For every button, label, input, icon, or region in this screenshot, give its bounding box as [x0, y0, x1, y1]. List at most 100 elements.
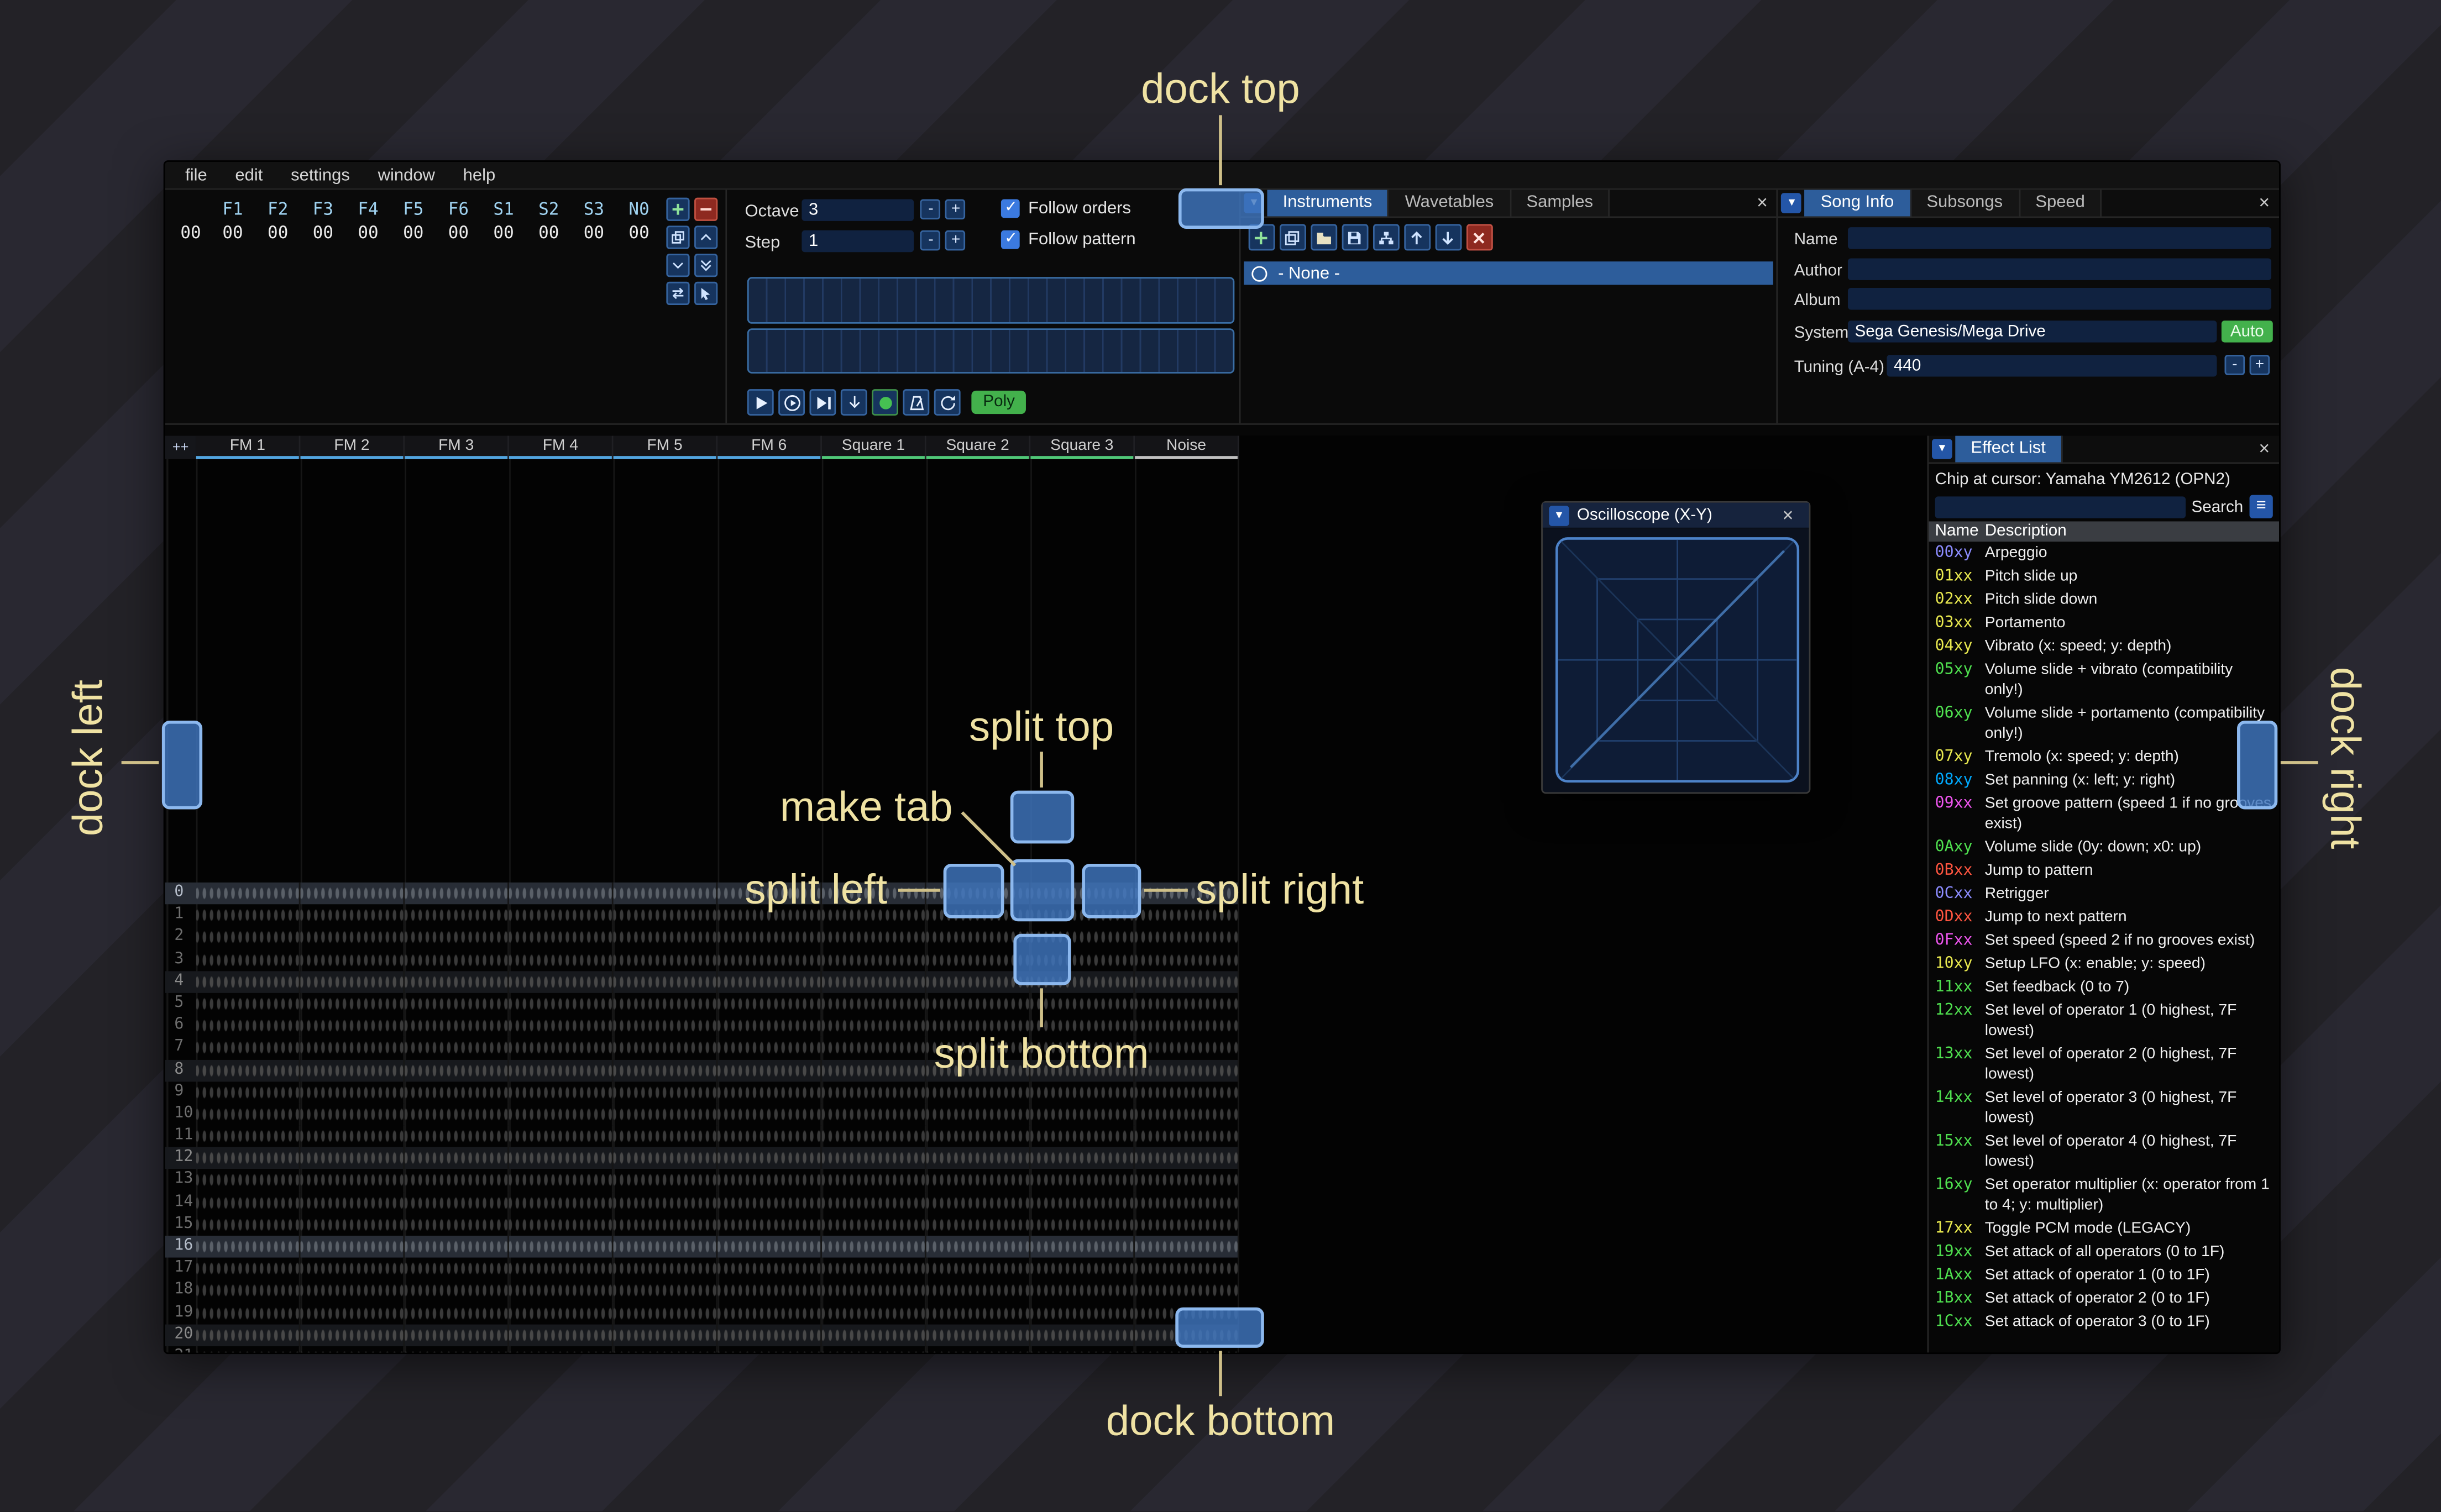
pattern-cell[interactable] [509, 1147, 614, 1170]
pattern-cell[interactable] [509, 926, 614, 949]
pattern-cell[interactable] [196, 1302, 301, 1324]
pattern-cell[interactable] [717, 1191, 823, 1214]
pattern-cell[interactable] [196, 1236, 301, 1258]
collapse-icon[interactable]: ▼ [1782, 193, 1802, 213]
close-icon[interactable]: × [2250, 436, 2280, 463]
pattern-cell[interactable] [822, 1258, 926, 1280]
instrument-save-button[interactable] [1342, 224, 1369, 251]
pattern-cell[interactable] [926, 993, 1031, 1015]
piano-upper-row[interactable] [748, 277, 1235, 323]
pattern-cell[interactable] [717, 1125, 823, 1148]
pattern-cell[interactable] [613, 948, 718, 971]
pattern-cell[interactable] [1030, 1236, 1135, 1258]
pattern-cell[interactable] [717, 948, 823, 971]
pattern-cell[interactable] [509, 1236, 614, 1258]
pattern-cell[interactable] [613, 1015, 718, 1037]
pattern-cell[interactable] [613, 1147, 718, 1170]
pattern-cell[interactable] [300, 926, 405, 949]
tab-song-info[interactable]: Song Info [1805, 190, 1911, 217]
pattern-cell[interactable] [1030, 1191, 1135, 1214]
pattern-cell[interactable] [1135, 926, 1239, 949]
pattern-cell[interactable] [613, 882, 718, 905]
orders-row-number[interactable]: 00 [171, 223, 210, 243]
play-button[interactable] [748, 389, 775, 416]
pattern-cell[interactable] [1030, 1258, 1135, 1280]
tab-instruments[interactable]: Instruments [1267, 190, 1390, 217]
orders-cell[interactable]: 00 [301, 223, 346, 243]
pattern-cell[interactable] [822, 1280, 926, 1303]
instrument-open-button[interactable] [1311, 224, 1338, 251]
orders-cell[interactable]: 00 [391, 223, 436, 243]
pattern-cell[interactable] [196, 1191, 301, 1214]
pattern-cell[interactable] [405, 1125, 509, 1148]
instrument-move-down-button[interactable] [1435, 224, 1462, 251]
pattern-cell[interactable] [300, 1059, 405, 1082]
pattern-cell[interactable] [405, 1191, 509, 1214]
name-field[interactable] [1848, 227, 2271, 249]
pattern-cell[interactable] [613, 1125, 718, 1148]
pattern-cell[interactable] [300, 1258, 405, 1280]
pattern-cell[interactable] [300, 1081, 405, 1104]
pattern-cell[interactable] [300, 1280, 405, 1303]
pattern-cell[interactable] [1135, 1015, 1239, 1037]
pattern-cell[interactable] [1135, 1147, 1239, 1170]
pattern-cell[interactable] [1135, 1191, 1239, 1214]
channel-header-fm-6[interactable]: FM 6 [717, 435, 823, 459]
pattern-cell[interactable] [1030, 1346, 1135, 1353]
order-change-mode-button[interactable] [667, 281, 690, 305]
menu-item-edit[interactable]: edit [221, 164, 277, 186]
pattern-cell[interactable] [196, 1037, 301, 1059]
orders-cell[interactable]: 00 [436, 223, 481, 243]
pattern-cell[interactable] [717, 1103, 823, 1126]
pattern-cell[interactable] [509, 1302, 614, 1324]
pattern-cell[interactable] [405, 1302, 509, 1324]
album-field[interactable] [1848, 288, 2271, 310]
metronome-button[interactable] [903, 389, 930, 416]
instrument-move-up-button[interactable] [1404, 224, 1431, 251]
pattern-cell[interactable] [196, 970, 301, 993]
pattern-cell[interactable] [300, 904, 405, 927]
pattern-cell[interactable] [196, 993, 301, 1015]
pattern-cell[interactable] [717, 1302, 823, 1324]
order-duplicate-end-button[interactable] [695, 254, 719, 277]
order-remove-button[interactable] [695, 197, 719, 221]
pattern-cell[interactable] [717, 1236, 823, 1258]
pattern-cell[interactable] [717, 1059, 823, 1082]
pattern-cell[interactable] [300, 1169, 405, 1192]
pattern-cell[interactable] [717, 993, 823, 1015]
piano-lower-row[interactable] [748, 327, 1235, 374]
collapse-icon[interactable]: ▼ [1549, 505, 1569, 526]
pattern-cell[interactable] [926, 1258, 1031, 1280]
pattern-cell[interactable] [300, 948, 405, 971]
pattern-cell[interactable] [509, 970, 614, 993]
tuning-field[interactable]: 440 [1887, 355, 2217, 377]
pattern-options-button[interactable]: ++ [165, 435, 196, 459]
pattern-cell[interactable] [822, 993, 926, 1015]
menu-item-settings[interactable]: settings [277, 164, 364, 186]
octave-input[interactable]: 3 [802, 199, 915, 221]
step-decrease-button[interactable]: - [920, 230, 941, 251]
pattern-cell[interactable] [613, 1169, 718, 1192]
split-left-target[interactable] [943, 864, 1004, 918]
menu-item-file[interactable]: file [171, 164, 221, 186]
pattern-cell[interactable] [717, 926, 823, 949]
pattern-cell[interactable] [1135, 1236, 1239, 1258]
pattern-cell[interactable] [300, 1236, 405, 1258]
orders-cell[interactable]: 00 [345, 223, 391, 243]
channel-header-square-2[interactable]: Square 2 [926, 435, 1031, 459]
pattern-cell[interactable] [196, 948, 301, 971]
orders-cell[interactable]: 00 [255, 223, 301, 243]
channel-header-square-1[interactable]: Square 1 [822, 435, 926, 459]
pattern-cell[interactable] [613, 970, 718, 993]
step-input[interactable]: 1 [802, 230, 915, 253]
pattern-cell[interactable] [300, 1147, 405, 1170]
pattern-cell[interactable] [509, 1280, 614, 1303]
pattern-cell[interactable] [300, 1191, 405, 1214]
pattern-cell[interactable] [926, 1302, 1031, 1324]
pattern-cell[interactable] [509, 1081, 614, 1104]
collapse-icon[interactable]: ▼ [1932, 439, 1952, 459]
menu-item-help[interactable]: help [449, 164, 509, 186]
pattern-cell[interactable] [405, 970, 509, 993]
pattern-cell[interactable] [1030, 1324, 1135, 1346]
follow-orders-checkbox[interactable]: ✓ Follow orders [1002, 199, 1131, 218]
